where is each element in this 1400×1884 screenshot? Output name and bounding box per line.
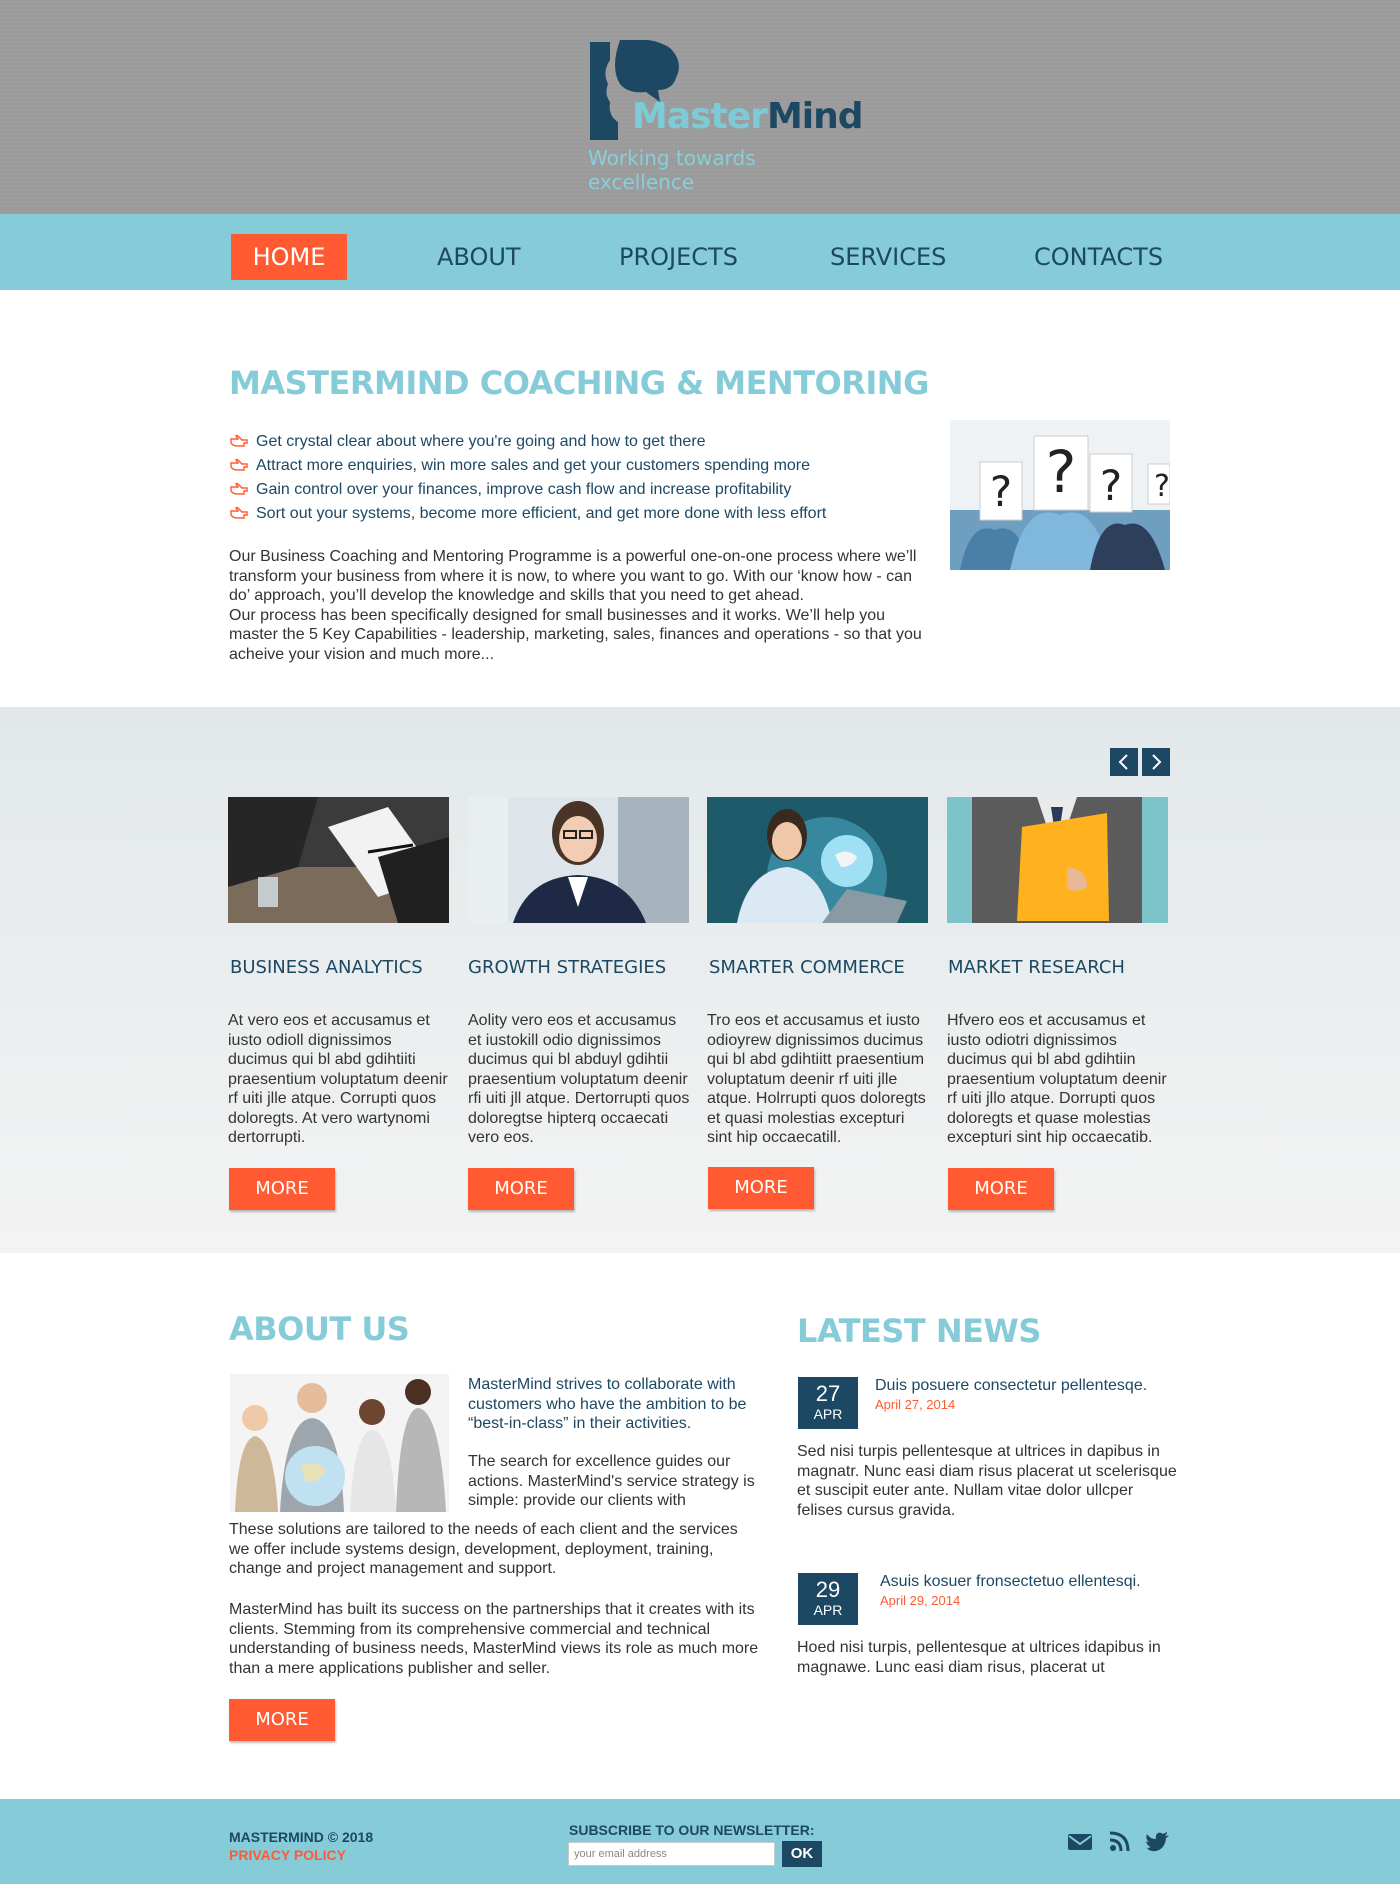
news-date: April 27, 2014	[875, 1397, 956, 1412]
about-title: ABOUT US	[229, 1310, 410, 1348]
news-headline[interactable]: Asuis kosuer fronsectetuo ellentesqi.	[880, 1573, 1141, 1591]
service-title: MARKET RESEARCH	[948, 957, 1125, 978]
intro-paragraph: Our process has been specifically design…	[229, 606, 922, 663]
pointing-hand-icon	[230, 482, 248, 495]
bullet-text: Get crystal clear about where you're goi…	[256, 433, 706, 450]
question-marks-photo: ? ? ? ?	[950, 420, 1170, 570]
about-more-button[interactable]: MORE	[229, 1699, 335, 1741]
twitter-icon[interactable]	[1145, 1831, 1171, 1853]
svg-text:?: ?	[990, 467, 1012, 516]
team-photo	[230, 1374, 449, 1512]
rss-icon[interactable]	[1107, 1831, 1133, 1853]
mail-icon[interactable]	[1067, 1831, 1093, 1853]
pointing-hand-icon	[230, 458, 248, 471]
news-excerpt: Hoed nisi turpis, pellentesque at ultric…	[797, 1639, 1161, 1676]
chevron-left-icon	[1118, 754, 1128, 770]
nav-item-services[interactable]: SERVICES	[830, 234, 946, 280]
about-lead: MasterMind strives to collaborate with c…	[468, 1376, 747, 1432]
intro-paragraphs: Our Business Coaching and Mentoring Prog…	[229, 547, 929, 664]
newsletter-label: SUBSCRIBE TO OUR NEWSLETTER:	[569, 1822, 815, 1838]
intro-paragraph: Our Business Coaching and Mentoring Prog…	[229, 548, 917, 604]
news-date-badge: 27 APR	[798, 1377, 858, 1429]
pointing-hand-icon	[230, 506, 248, 519]
list-item: Sort out your systems, become more effic…	[230, 502, 930, 526]
more-button[interactable]: MORE	[229, 1168, 335, 1210]
service-title: SMARTER COMMERCE	[709, 957, 905, 978]
about-paragraph: MasterMind has built its success on the …	[229, 1601, 759, 1677]
newsletter-email-input[interactable]	[568, 1842, 775, 1866]
tagline: Working towards excellence	[588, 146, 756, 194]
svg-text:?: ?	[1100, 461, 1122, 510]
nav-item-about[interactable]: ABOUT	[437, 234, 521, 280]
pointing-hand-icon	[230, 434, 248, 447]
service-title: GROWTH STRATEGIES	[468, 957, 667, 978]
list-item: Attract more enquiries, win more sales a…	[230, 454, 930, 478]
news-date: April 29, 2014	[880, 1593, 961, 1608]
main-nav: HOME ABOUT PROJECTS SERVICES CONTACTS	[0, 214, 1400, 290]
svg-text:?: ?	[1046, 438, 1077, 506]
market-research-photo	[947, 797, 1168, 923]
logo-wordmark: MasterMind	[632, 96, 863, 137]
service-text: Hfvero eos et accusamus et iusto odiotri…	[947, 1012, 1167, 1146]
smarter-commerce-photo	[707, 797, 928, 923]
news-headline[interactable]: Duis posuere consectetur pellentesqe.	[875, 1377, 1147, 1395]
nav-item-projects[interactable]: PROJECTS	[619, 234, 738, 280]
more-button[interactable]: MORE	[468, 1168, 574, 1210]
privacy-policy-link[interactable]: PRIVACY POLICY	[229, 1847, 346, 1863]
more-button[interactable]: MORE	[708, 1167, 814, 1209]
news-day: 29	[815, 1577, 841, 1602]
news-excerpt: Sed nisi turpis pellentesque at ultrices…	[797, 1443, 1177, 1519]
slider-prev-button[interactable]	[1110, 748, 1138, 776]
news-title: LATEST NEWS	[797, 1312, 1041, 1350]
bullet-text: Sort out your systems, become more effic…	[256, 505, 827, 522]
news-month: APR	[813, 1406, 843, 1422]
bullet-text: Attract more enquiries, win more sales a…	[256, 457, 811, 474]
service-text: Tro eos et accusamus et iusto odioyrew d…	[707, 1012, 926, 1146]
intro-title: MASTERMIND COACHING & MENTORING	[229, 364, 929, 402]
about-paragraph: The search for excellence guides our act…	[468, 1453, 755, 1509]
newsletter-ok-button[interactable]: OK	[782, 1841, 822, 1867]
business-analytics-photo	[228, 797, 449, 923]
service-text: Aolity vero eos et accusamus et iustokil…	[468, 1012, 690, 1146]
bullet-text: Gain control over your finances, improve…	[256, 481, 792, 498]
footer-copyright: MASTERMIND © 2018	[229, 1829, 374, 1845]
service-text: At vero eos et accusamus et iusto odioll…	[228, 1012, 448, 1146]
nav-item-home[interactable]: HOME	[231, 234, 347, 280]
services-section	[0, 707, 1400, 1253]
more-button[interactable]: MORE	[948, 1168, 1054, 1210]
logo[interactable]: MasterMind Working towards excellence	[588, 40, 863, 194]
service-title: BUSINESS ANALYTICS	[230, 957, 423, 978]
list-item: Get crystal clear about where you're goi…	[230, 430, 930, 454]
growth-strategies-photo	[468, 797, 689, 923]
nav-item-contacts[interactable]: CONTACTS	[1034, 234, 1163, 280]
list-item: Gain control over your finances, improve…	[230, 478, 930, 502]
news-month: APR	[813, 1602, 843, 1618]
about-paragraph: These solutions are tailored to the need…	[229, 1521, 738, 1577]
chevron-right-icon	[1152, 754, 1162, 770]
news-date-badge: 29 APR	[798, 1573, 858, 1625]
site-header: MasterMind Working towards excellence	[0, 0, 1400, 214]
slider-next-button[interactable]	[1142, 748, 1170, 776]
intro-bullet-list: Get crystal clear about where you're goi…	[230, 430, 930, 526]
news-day: 27	[815, 1381, 841, 1406]
svg-text:?: ?	[1154, 469, 1170, 504]
